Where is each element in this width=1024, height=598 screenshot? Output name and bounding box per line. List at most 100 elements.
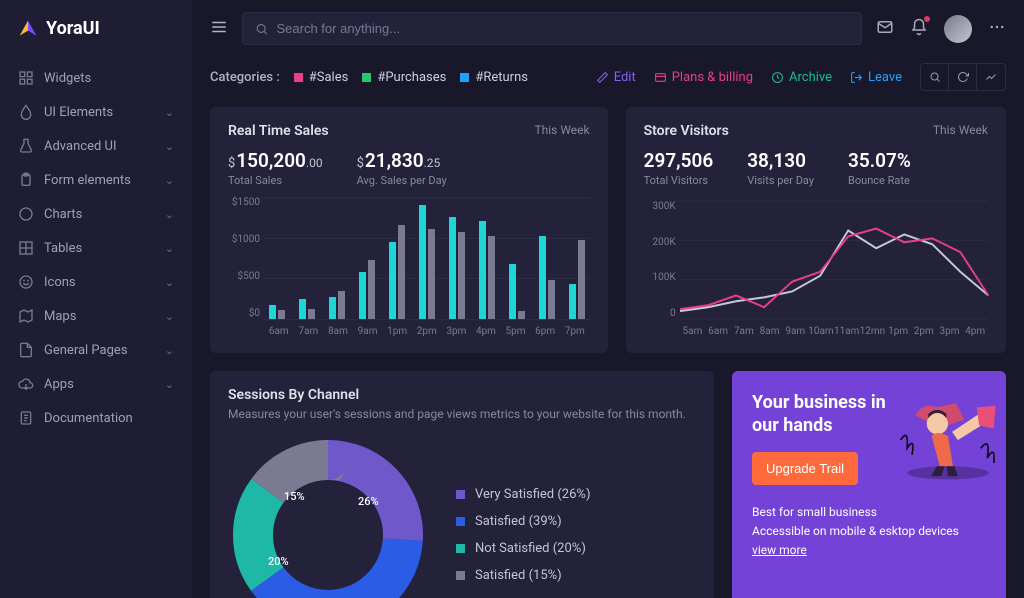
chevron-down-icon: ⌄ bbox=[165, 242, 174, 255]
plans-icon bbox=[654, 71, 667, 84]
avg-sales-value: $21,830.25 bbox=[357, 149, 447, 172]
user-avatar[interactable] bbox=[944, 15, 972, 43]
sidebar-item-ui-elements[interactable]: UI Elements ⌄ bbox=[0, 95, 192, 129]
drop-icon bbox=[18, 104, 34, 120]
category-tag[interactable]: #Returns bbox=[460, 70, 528, 85]
categories: Categories : #Sales #Purchases #Returns bbox=[210, 70, 528, 85]
category-tag[interactable]: #Purchases bbox=[362, 70, 446, 85]
chevron-down-icon: ⌄ bbox=[165, 106, 174, 119]
store-visitors-chart: 300K200K100K0 5am6am7am8am9am10am11am12m… bbox=[644, 197, 988, 337]
legend-swatch bbox=[456, 544, 465, 553]
brand-mark-icon bbox=[18, 19, 38, 39]
total-visitors-value: 297,506 bbox=[644, 149, 714, 172]
sidebar-item-apps[interactable]: Apps⌄ bbox=[0, 367, 192, 401]
store-visitors-card: Store Visitors This Week 297,506Total Vi… bbox=[626, 107, 1006, 353]
categories-label: Categories : bbox=[210, 70, 280, 85]
legend-swatch bbox=[456, 571, 465, 580]
sidebar-item-label: UI Elements bbox=[44, 105, 113, 120]
refresh-button[interactable] bbox=[949, 64, 977, 90]
notifications-button[interactable] bbox=[910, 18, 928, 40]
sessions-card: Sessions By Channel Measures your user's… bbox=[210, 371, 714, 598]
legend-item: Very Satisfied (26%) bbox=[456, 487, 590, 502]
page-actions: Edit Plans & billing Archive Leave bbox=[596, 63, 1006, 91]
promo-card: Your business in our hands Upgrade Trail… bbox=[732, 371, 1006, 598]
smile-icon bbox=[18, 274, 34, 290]
search-box[interactable] bbox=[242, 12, 862, 45]
legend-swatch bbox=[456, 517, 465, 526]
total-sales-value: $150,200.00 bbox=[228, 149, 323, 172]
card-title: Sessions By Channel bbox=[228, 387, 696, 403]
edit-action[interactable]: Edit bbox=[596, 70, 636, 85]
promo-title: Your business in our hands bbox=[752, 391, 892, 438]
card-title: Store Visitors bbox=[644, 123, 729, 139]
sidebar-item-label: Icons bbox=[44, 275, 76, 290]
sidebar-item-label: Widgets bbox=[44, 71, 91, 86]
plans-action[interactable]: Plans & billing bbox=[654, 70, 753, 85]
donut-slice-label: 15% bbox=[284, 490, 305, 503]
sidebar-item-form-elements[interactable]: Form elements⌄ bbox=[0, 163, 192, 197]
chevron-down-icon: ⌄ bbox=[165, 140, 174, 153]
category-tag[interactable]: #Sales bbox=[294, 70, 349, 85]
avg-sales-label: Avg. Sales per Day bbox=[357, 174, 447, 187]
promo-view-more-link[interactable]: view more bbox=[752, 543, 807, 557]
search-input[interactable] bbox=[277, 21, 850, 36]
sidebar-item-label: Charts bbox=[44, 207, 82, 222]
sidebar-item-label: Tables bbox=[44, 241, 82, 256]
upgrade-button[interactable]: Upgrade Trail bbox=[752, 452, 858, 485]
sidebar-item-maps[interactable]: Maps ⌄ bbox=[0, 299, 192, 333]
chevron-down-icon: ⌄ bbox=[165, 344, 174, 357]
sidebar-item-label: Advanced UI bbox=[44, 139, 116, 154]
category-swatch bbox=[362, 73, 371, 82]
promo-line2: Accessible on mobile & esktop devices bbox=[752, 522, 986, 541]
sidebar-item-general-pages[interactable]: General Pages⌄ bbox=[0, 333, 192, 367]
more-button[interactable] bbox=[988, 18, 1006, 40]
sidebar-item-tables[interactable]: Tables ⌄ bbox=[0, 231, 192, 265]
card-period: This Week bbox=[534, 123, 589, 137]
sidebar-item-label: Maps bbox=[44, 309, 76, 324]
search-view-button[interactable] bbox=[921, 64, 949, 90]
chevron-down-icon: ⌄ bbox=[165, 310, 174, 323]
chart-view-button[interactable] bbox=[977, 64, 1005, 90]
real-time-sales-chart: $1500$1000$500$0 6am7am8am9am1pm2pm3pm4p… bbox=[228, 197, 590, 337]
promo-illustration bbox=[898, 391, 998, 481]
map-icon bbox=[18, 308, 34, 324]
archive-action[interactable]: Archive bbox=[771, 70, 832, 85]
doc-icon bbox=[18, 410, 34, 426]
grid-icon bbox=[18, 240, 34, 256]
menu-toggle-button[interactable] bbox=[210, 18, 228, 40]
brand-logo[interactable]: YoraUI bbox=[0, 0, 192, 61]
donut-slice-label: 20% bbox=[268, 555, 289, 568]
sidebar-item-charts[interactable]: Charts ⌄ bbox=[0, 197, 192, 231]
legend-item: Satisfied (15%) bbox=[456, 568, 590, 583]
widgets-icon bbox=[18, 70, 34, 86]
topbar-actions bbox=[876, 15, 1006, 43]
refresh-icon bbox=[957, 71, 969, 83]
content: Categories : #Sales #Purchases #Returns Ed… bbox=[192, 57, 1024, 598]
leave-action[interactable]: Leave bbox=[850, 70, 902, 85]
brand-name: YoraUI bbox=[46, 18, 100, 39]
sidebar-item-advanced-ui[interactable]: Advanced UI ⌄ bbox=[0, 129, 192, 163]
legend-item: Satisfied (39%) bbox=[456, 514, 590, 529]
category-swatch bbox=[460, 73, 469, 82]
topbar bbox=[192, 0, 1024, 57]
circle-icon bbox=[18, 206, 34, 222]
cloud-icon bbox=[18, 376, 34, 392]
archive-icon bbox=[771, 71, 784, 84]
sidebar: YoraUI Widgets UI Elements ⌄ Advanced UI ⌄ Fo… bbox=[0, 0, 192, 598]
chart-icon bbox=[985, 71, 997, 83]
view-buttons bbox=[920, 63, 1006, 91]
page-icon bbox=[18, 342, 34, 358]
search-icon bbox=[929, 71, 941, 83]
sessions-donut-chart: 26%39%20%15% bbox=[228, 435, 428, 598]
flask-icon bbox=[18, 138, 34, 154]
more-horizontal-icon bbox=[988, 18, 1006, 36]
mail-button[interactable] bbox=[876, 18, 894, 40]
chevron-down-icon: ⌄ bbox=[165, 378, 174, 391]
chevron-down-icon: ⌄ bbox=[165, 208, 174, 221]
sidebar-item-widgets[interactable]: Widgets bbox=[0, 61, 192, 95]
card-title: Real Time Sales bbox=[228, 123, 329, 139]
sidebar-item-documentation[interactable]: Documentation bbox=[0, 401, 192, 435]
clipboard-icon bbox=[18, 172, 34, 188]
chevron-down-icon: ⌄ bbox=[165, 276, 174, 289]
sidebar-item-icons[interactable]: Icons ⌄ bbox=[0, 265, 192, 299]
